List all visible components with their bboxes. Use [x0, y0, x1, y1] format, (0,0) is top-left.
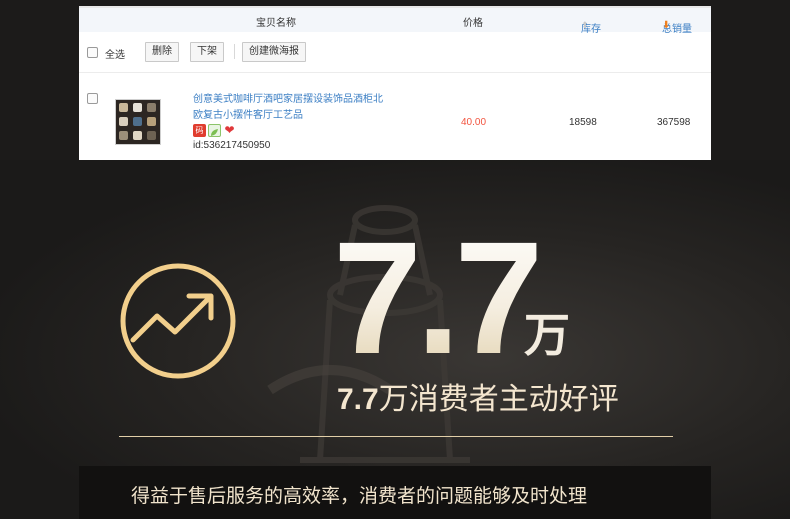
product-badges: 码 ❤: [193, 124, 238, 138]
stat-big-number: 7.7: [333, 208, 543, 387]
stat-subtitle-number: 7.7: [337, 383, 379, 416]
delete-button[interactable]: 删除: [145, 42, 179, 62]
stat-subtitle-text: 万消费者主动好评: [378, 383, 619, 416]
stat-subtitle: 7.7万消费者主动好评: [337, 380, 619, 420]
product-id: id:536217450950: [193, 140, 271, 151]
bulk-toolbar: 全选 删除 下架 创建微海报: [79, 32, 711, 73]
create-poster-button[interactable]: 创建微海报: [242, 42, 306, 62]
header-name: 宝贝名称: [256, 18, 296, 29]
row-checkbox[interactable]: [87, 93, 98, 104]
header-price: 价格: [463, 18, 483, 29]
sort-down-icon: ⬇: [662, 20, 671, 31]
offline-button[interactable]: 下架: [190, 42, 224, 62]
leaf-icon: [208, 124, 221, 137]
caption-bar: 得益于售后服务的高效率，消费者的问题能够及时处理: [79, 466, 711, 519]
trend-up-icon: [119, 262, 237, 380]
table-header: 宝贝名称 价格 库存 ⬆ 总销量 ⬇: [79, 8, 711, 35]
toolbar-divider: [234, 44, 235, 59]
code-badge: 码: [193, 124, 206, 137]
stat-caption: 得益于售后服务的高效率，消费者的问题能够及时处理: [131, 486, 588, 507]
product-table-panel: 宝贝名称 价格 库存 ⬆ 总销量 ⬇ 全选 删除 下架 创建微海报 创意美式咖啡厅酒…: [79, 6, 711, 160]
select-all-label: 全选: [105, 50, 125, 61]
product-price: 40.00: [461, 117, 487, 128]
product-thumbnail[interactable]: [115, 99, 161, 145]
select-all-checkbox[interactable]: [87, 47, 98, 58]
stat-unit: 万: [524, 309, 570, 361]
sort-up-icon: ⬆: [581, 20, 589, 30]
product-title-link[interactable]: 创意美式咖啡厅酒吧家居摆设装饰品酒柜北欧复古小摆件客厅工艺品: [193, 92, 383, 124]
product-sales: 367598: [657, 117, 691, 128]
table-row: 创意美式咖啡厅酒吧家居摆设装饰品酒柜北欧复古小摆件客厅工艺品 码 ❤ id:536…: [79, 73, 711, 160]
product-stock: 18598: [569, 117, 597, 128]
heart-icon: ❤: [224, 123, 235, 137]
gold-divider: [119, 436, 673, 437]
